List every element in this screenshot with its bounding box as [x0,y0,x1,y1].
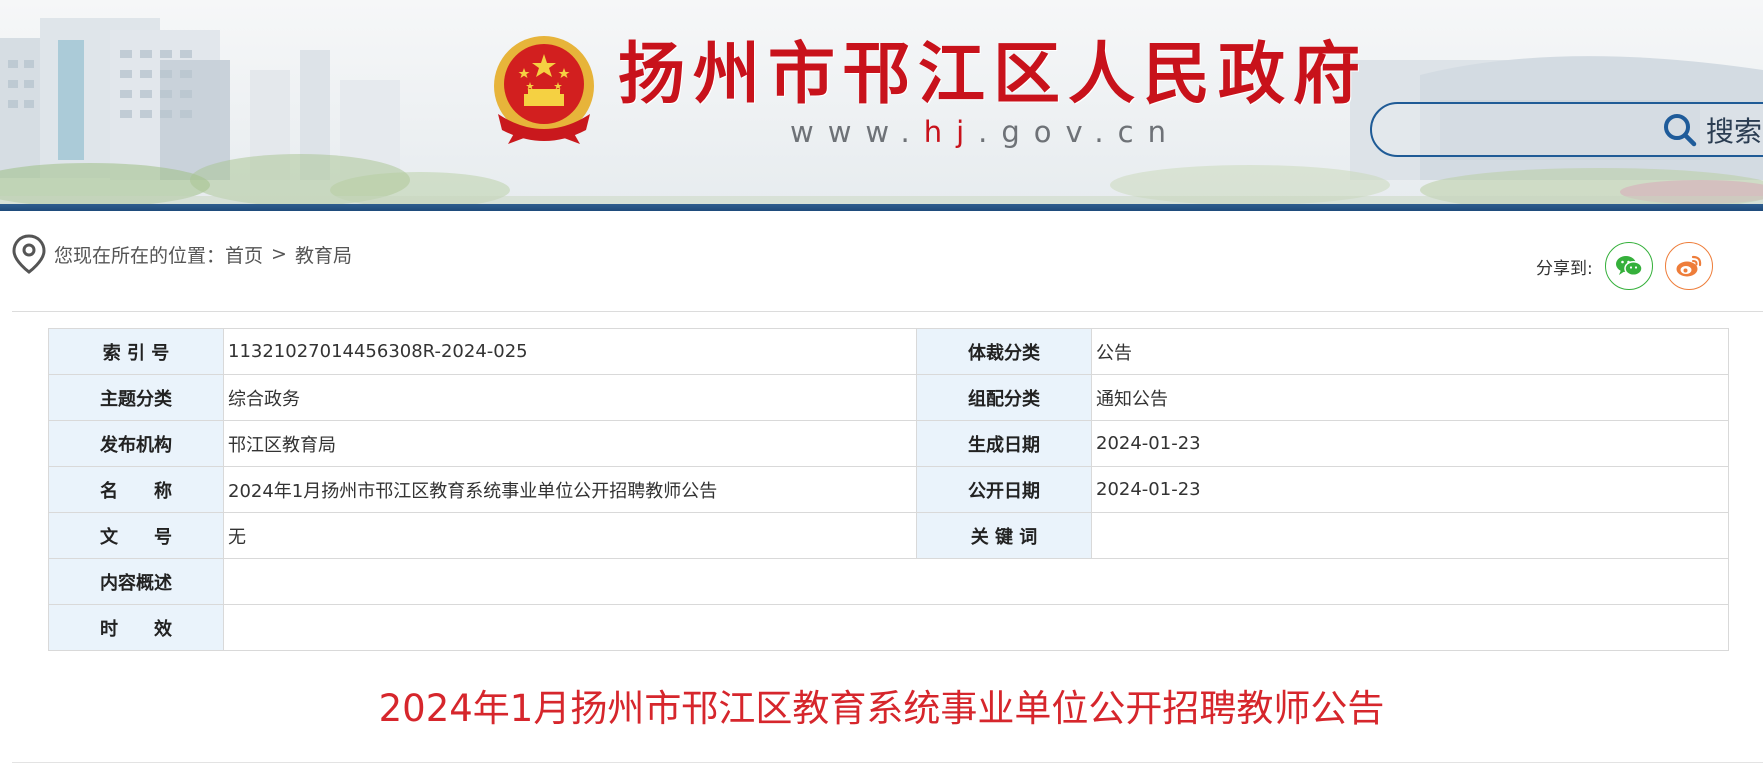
wechat-icon [1615,256,1643,277]
group-value: 通知公告 [1091,374,1729,421]
site-url-suffix: .gov.cn [978,115,1180,149]
share-wechat-button[interactable] [1604,242,1653,290]
search-button-label: 搜索 [1706,115,1763,148]
header-divider-bar [0,204,1763,211]
created-date-value: 2024-01-23 [1091,420,1729,467]
table-row: 时 效 [48,604,1729,651]
summary-value [223,558,1729,605]
national-emblem-icon [494,36,594,144]
site-url-prefix: www. [790,115,924,149]
table-row: 内容概述 [48,558,1729,605]
keywords-value [1091,512,1729,559]
header-banner: 扬州市邗江区人民政府 www.hj.gov.cn 搜索 [0,0,1763,204]
site-title: 扬州市邗江区人民政府 [618,35,1368,113]
share-bar: 分享到: [1536,241,1713,291]
name-label: 名 称 [48,466,224,513]
weibo-icon [1676,255,1701,277]
document-info-table: 索 引 号 11321027014456308R-2024-025 体裁分类 公… [48,328,1729,651]
site-url: www.hj.gov.cn [790,114,1180,150]
breadcrumb-separator: > [271,243,287,265]
search-button[interactable]: 搜索 [1662,111,1762,149]
share-weibo-button[interactable] [1664,242,1713,290]
breadcrumb-prefix: 您现在所在的位置： [54,244,226,267]
breadcrumb-current-link[interactable]: 教育局 [295,241,352,268]
search-box: 搜索 [1370,102,1763,157]
search-icon [1664,114,1697,147]
site-url-highlight: hj [923,115,979,149]
genre-value: 公告 [1091,328,1729,375]
doc-no-label: 文 号 [48,512,224,559]
table-row: 索 引 号 11321027014456308R-2024-025 体裁分类 公… [48,328,1729,375]
table-row: 文 号 无 关 键 词 [48,512,1729,559]
table-row: 主题分类 综合政务 组配分类 通知公告 [48,374,1729,421]
genre-label: 体裁分类 [916,328,1092,375]
article-title: 2024年1月扬州市邗江区教育系统事业单位公开招聘教师公告 [378,687,1385,730]
breadcrumb-home-link[interactable]: 首页 [225,241,263,268]
publisher-label: 发布机构 [48,420,224,467]
index-no-value: 11321027014456308R-2024-025 [223,328,917,375]
search-input[interactable] [1390,114,1690,146]
doc-no-value: 无 [223,512,917,559]
breadcrumb: 您现在所在的位置： 首页 > 教育局 [12,232,352,276]
share-label: 分享到: [1536,258,1593,279]
created-date-label: 生成日期 [916,420,1092,467]
topic-value: 综合政务 [223,374,917,421]
validity-value [223,604,1729,651]
published-date-label: 公开日期 [916,466,1092,513]
table-row: 发布机构 邗江区教育局 生成日期 2024-01-23 [48,420,1729,467]
table-row: 名 称 2024年1月扬州市邗江区教育系统事业单位公开招聘教师公告 公开日期 2… [48,466,1729,513]
index-no-label: 索 引 号 [48,328,224,375]
summary-label: 内容概述 [48,558,224,605]
location-pin-icon [12,234,46,274]
published-date-value: 2024-01-23 [1091,466,1729,513]
topic-label: 主题分类 [48,374,224,421]
name-value: 2024年1月扬州市邗江区教育系统事业单位公开招聘教师公告 [223,466,917,513]
section-divider [12,311,1763,312]
group-label: 组配分类 [916,374,1092,421]
keywords-label: 关 键 词 [916,512,1092,559]
publisher-value: 邗江区教育局 [223,420,917,467]
article-title-divider [12,762,1763,763]
validity-label: 时 效 [48,604,224,651]
